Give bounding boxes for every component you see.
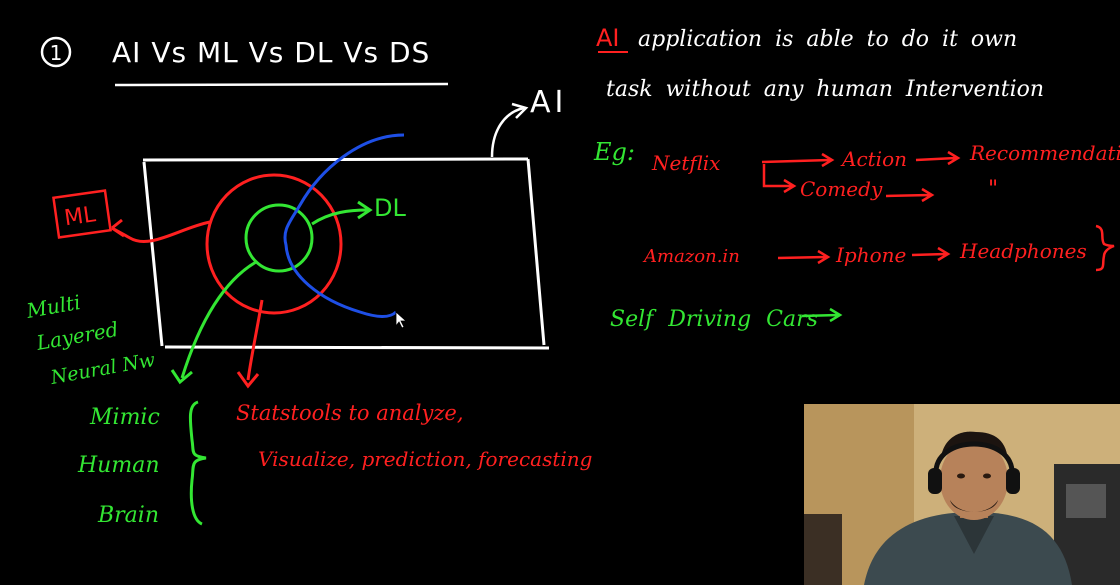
- ml-label: ML: [63, 202, 98, 231]
- brain-note-line-1: Mimic: [89, 405, 160, 430]
- netflix-comedy-arrow: [762, 164, 797, 194]
- dl-circle-group: DL: [244, 194, 406, 273]
- webcam-overlay: [804, 404, 1120, 585]
- brain-note-line-2: Human: [77, 453, 160, 478]
- headphones-brace: [1095, 224, 1115, 272]
- dl-note-line-3: Neural Nw: [48, 349, 157, 389]
- brain-note-line-3: Brain: [97, 503, 159, 528]
- ai-label: AI: [530, 85, 567, 120]
- dl-note-line-1: Multi: [24, 290, 83, 323]
- ai-definition-line-2: task without any human Intervention: [606, 77, 1044, 102]
- ditto-mark: ": [988, 177, 998, 202]
- heading: 1 AI Vs ML Vs DL Vs DS: [40, 36, 449, 87]
- webcam-feed: [804, 404, 1120, 585]
- dl-note: Multi Layered Neural Nw: [24, 290, 157, 389]
- comedy-label: Comedy: [800, 177, 883, 201]
- ds-down-arrow: [246, 299, 264, 381]
- action-rec-arrow: [915, 150, 961, 166]
- example-amazon: Amazon.in Iphone Headphones: [642, 224, 1115, 272]
- dl-label: DL: [374, 194, 406, 222]
- ml-circle-group: ML: [52, 173, 343, 315]
- ai-definition: AI application is able to do it own task…: [596, 24, 1044, 102]
- iphone-headphones-arrow: [911, 246, 951, 262]
- eg-label: Eg:: [593, 138, 635, 166]
- ml-arrow: [111, 220, 211, 244]
- netflix-action-arrow: [761, 152, 835, 168]
- dl-circle: [244, 203, 314, 273]
- ds-note-line-2: Visualize, prediction, forecasting: [258, 447, 592, 471]
- amazon-label: Amazon.in: [642, 246, 740, 267]
- ai-definition-line-1: application is able to do it own: [638, 27, 1017, 52]
- brain-note: Mimic Human Brain: [77, 400, 207, 528]
- page-title: AI Vs ML Vs DL Vs DS: [112, 36, 430, 69]
- ai-definition-prefix: AI: [596, 24, 620, 52]
- ml-circle: [205, 173, 343, 315]
- amazon-iphone-arrow: [777, 249, 831, 265]
- ds-curve: [283, 133, 405, 318]
- ds-note: Statstools to analyze, Visualize, predic…: [236, 401, 592, 471]
- headphones-label: Headphones: [959, 239, 1087, 263]
- recommendation-label: Recommendation: [969, 141, 1120, 165]
- netflix-label: Netflix: [651, 151, 720, 175]
- heading-number: 1: [50, 41, 63, 65]
- ai-pointer: AI: [490, 85, 567, 158]
- mouse-cursor-icon: [395, 311, 408, 329]
- self-driving-label: Self Driving Cars: [610, 307, 818, 332]
- dl-down-arrow: [180, 260, 257, 379]
- action-label: Action: [840, 147, 907, 171]
- brain-brace: [188, 400, 207, 526]
- iphone-label: Iphone: [835, 243, 906, 267]
- title-underline: [114, 82, 449, 87]
- dl-note-line-2: Layered: [34, 317, 120, 355]
- example-netflix: Eg: Netflix Action Recommendation " Come…: [593, 138, 1120, 203]
- example-self-driving: Self Driving Cars: [610, 307, 843, 332]
- ds-note-line-1: Statstools to analyze,: [236, 401, 464, 425]
- comedy-arrow: [885, 187, 935, 203]
